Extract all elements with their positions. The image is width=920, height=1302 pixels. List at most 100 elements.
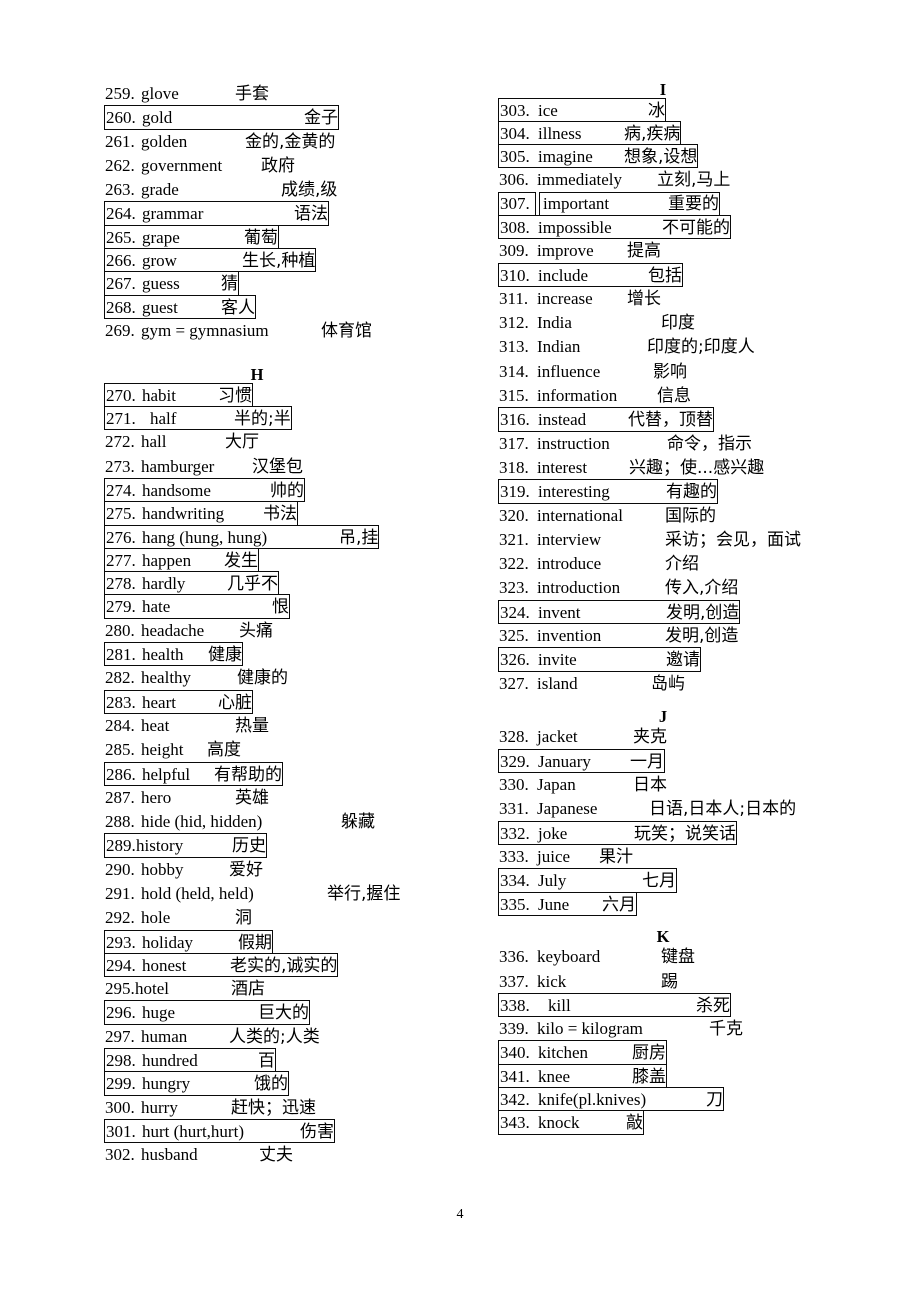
entry-number: 293.: [106, 932, 136, 952]
entry-number: 259.: [105, 84, 135, 103]
entry-word: grammar: [142, 204, 204, 224]
vocabulary-entry: 294. honest 老实的,诚实的: [104, 952, 339, 978]
entry-gloss: 印度: [661, 313, 695, 334]
entry-number: 265.: [106, 227, 136, 247]
vocabulary-entry: 290. hobby 爱好: [104, 858, 263, 882]
entry-word: history: [136, 836, 184, 856]
entry-word: international: [537, 505, 623, 525]
entry-word: hero: [141, 787, 172, 807]
vocabulary-entry: 301. hurt (hurt,hurt) 伤害: [104, 1118, 335, 1144]
entry-gloss: 敲: [626, 1113, 643, 1134]
vocabulary-entry: 288. hide (hid, hidden) 躲藏: [104, 810, 375, 834]
vocabulary-entry: 336. keyboard 键盘: [498, 945, 695, 969]
vocabulary-entry: 282. healthy 健康的: [104, 666, 288, 690]
entry-gloss: 岛屿: [651, 673, 685, 694]
vocabulary-entry: 272. hall 大厅: [104, 430, 259, 454]
entry-word: interview: [537, 529, 602, 549]
entry-number: 275.: [106, 504, 136, 524]
entry-gloss: 国际的: [665, 505, 716, 526]
entry-number: 290.: [105, 859, 135, 879]
entry-gloss: 代替，顶替: [628, 410, 713, 431]
page-number: 4: [456, 1207, 464, 1222]
entry-word: influence: [537, 361, 601, 381]
entry-number: 279.: [106, 597, 136, 617]
entry-number: 272.: [105, 432, 135, 452]
entry-gloss: 玩笑；说笑话: [634, 823, 736, 844]
entry-word: headache: [141, 620, 205, 640]
entry-word: happen: [142, 550, 192, 570]
entry-word: huge: [142, 1003, 176, 1023]
section-letter-heading: I: [659, 80, 667, 99]
entry-word: jacket: [537, 727, 578, 747]
entry-gloss: 心脏: [218, 692, 252, 713]
entry-gloss: 几乎不: [227, 574, 278, 595]
vocabulary-entry: 342. knife(pl.knives) 刀: [498, 1087, 724, 1112]
entry-gloss: 印度的;印度人: [647, 337, 755, 358]
entry-word: kick: [537, 971, 567, 991]
entry-gloss: 成绩,级: [281, 180, 338, 201]
entry-gloss: 发明,创造: [665, 626, 739, 647]
entry-number: 325.: [499, 626, 529, 646]
entry-word: important: [543, 193, 610, 213]
entry-gloss: 头痛: [239, 620, 273, 641]
entry-number: 326.: [500, 650, 530, 670]
entry-gloss: 健康的: [237, 668, 288, 689]
vocabulary-entry: 277. happen 发生: [104, 547, 259, 573]
vocabulary-entry: 293. holiday 假期: [104, 929, 273, 954]
entry-gloss: 不可能的: [662, 217, 730, 238]
entry-word: grape: [142, 227, 180, 247]
document-page: 259. glove 手套 260. gold 金子 261. golden 金的,金黄的 262…: [0, 0, 920, 1302]
vocabulary-entry: 300. hurry 赶快；迅速: [104, 1096, 316, 1120]
entry-number: 342.: [500, 1090, 530, 1110]
entry-number: 294.: [106, 955, 136, 975]
entry-number: 308.: [500, 217, 530, 237]
entry-number: 341.: [500, 1066, 530, 1086]
entry-number: 268.: [106, 297, 136, 317]
vocabulary-entry: 319. interesting 有趣的: [498, 479, 718, 504]
entry-number: 340.: [500, 1043, 530, 1063]
entry-number: 321.: [499, 529, 529, 549]
entry-gloss: 健康: [208, 645, 242, 666]
entry-gloss: 历史: [232, 836, 266, 857]
entry-gloss: 赶快；迅速: [231, 1097, 316, 1118]
entry-word: invent: [538, 602, 581, 622]
section-letter-heading: J: [658, 706, 668, 726]
entry-word: introduction: [537, 578, 621, 598]
entry-number: 267.: [106, 274, 136, 294]
vocabulary-entry: 337. kick 踢: [498, 970, 678, 994]
vocabulary-entry: 280. headache 头痛: [104, 619, 273, 643]
entry-gloss: 帅的: [270, 480, 304, 501]
entry-number: 278.: [106, 574, 136, 594]
entry-gloss: 厨房: [632, 1043, 666, 1064]
vocabulary-entry: 266. grow 生长,种植: [104, 248, 317, 273]
vocabulary-entry: 317. instruction 命令，指示: [498, 432, 752, 456]
vocabulary-entry: 286. helpful 有帮助的: [104, 761, 283, 786]
vocabulary-entry: 331. Japanese 日语,日本人;日本的: [498, 797, 796, 821]
vocabulary-entry: 278. hardly 几乎不: [104, 571, 279, 596]
entry-word: include: [538, 265, 589, 285]
entry-word: instead: [538, 410, 587, 430]
vocabulary-entry: 322. introduce 介绍: [498, 552, 699, 576]
vocabulary-entry: 297. human 人类的;人类: [104, 1025, 320, 1049]
entry-word: hide (hid, hidden): [141, 812, 263, 832]
entry-word: juice: [537, 846, 571, 866]
entry-gloss: 冰: [648, 100, 665, 121]
entry-word: hall: [141, 432, 167, 452]
entry-number: 292.: [105, 908, 135, 928]
entry-number: 302.: [105, 1145, 135, 1165]
entry-word: keyboard: [537, 947, 601, 967]
vocabulary-entry: 274. handsome 帅的: [104, 477, 305, 503]
entry-number: 273.: [105, 456, 135, 476]
entry-number: 318.: [499, 457, 529, 477]
entry-gloss: 立刻,马上: [657, 170, 731, 191]
entry-number: 309.: [499, 241, 529, 261]
entry-number: 305.: [500, 147, 530, 167]
entry-word: island: [537, 673, 578, 693]
entry-word: husband: [141, 1145, 198, 1165]
vocabulary-entry: 267. guess 猜: [104, 271, 239, 296]
entry-gloss: 发生: [224, 550, 258, 571]
entry-word: gym = gymnasium: [141, 320, 269, 340]
entry-gloss: 举行,握住: [327, 884, 401, 904]
entry-gloss: 葡萄: [244, 227, 278, 248]
entry-gloss: 爱好: [229, 859, 263, 880]
